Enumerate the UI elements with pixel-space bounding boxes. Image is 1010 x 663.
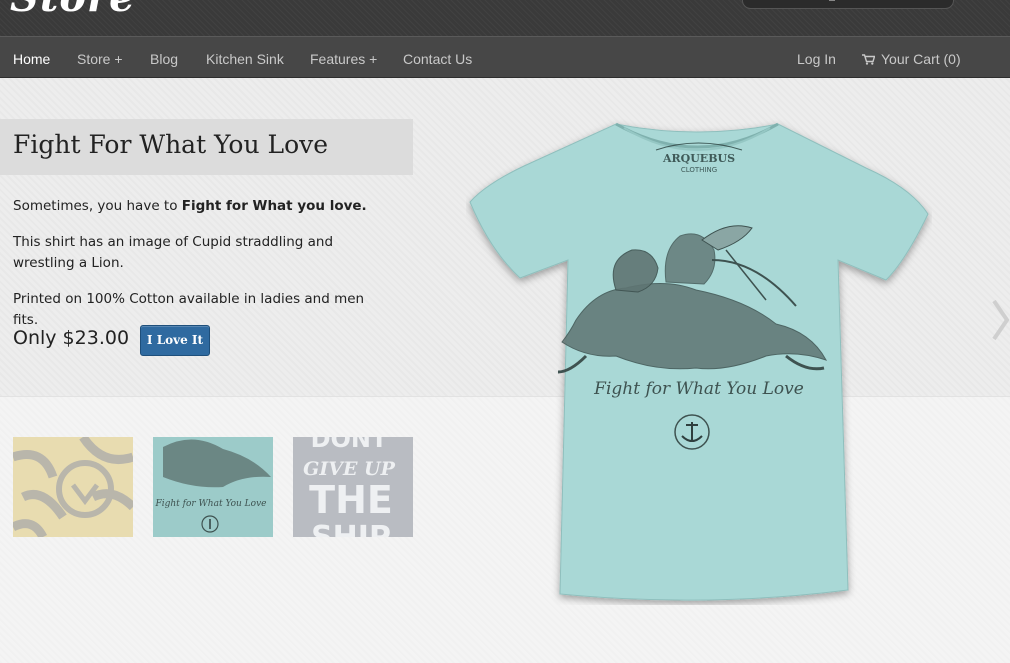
main-nav: Home Store + Blog Kitchen Sink Features … [0,36,1010,78]
nav-blog[interactable]: Blog [150,51,178,67]
thumb-caption: Fight for What You Love [154,499,266,509]
fight-shirt-image: Fight for What You Love [153,437,273,537]
nav-store[interactable]: Store + [77,51,123,67]
product-image: ARQUEBUS CLOTHING Fight for What You Lov… [469,122,929,601]
cart-label: Your Cart (0) [881,51,961,67]
shirt-brand: ARQUEBUS [662,152,735,165]
nav-features[interactable]: Features + [310,51,377,67]
product-description: This shirt has an image of Cupid straddl… [13,234,334,271]
thumbnail-tiger-shirt[interactable] [13,437,133,537]
site-header: Store [0,0,1010,36]
shirt-slogan: Fight for What You Love [593,379,804,399]
cart-icon [862,54,875,65]
thumbnail-dont-give-up-shirt[interactable]: DONT GIVE UP THE SHIP [293,437,413,537]
shirt-brand-sub: CLOTHING [681,166,717,174]
search-input[interactable] [742,0,954,9]
thumb-line-2: GIVE UP [303,458,396,480]
dont-give-up-image: DONT GIVE UP THE SHIP [293,437,413,537]
product-intro: Sometimes, you have to Fight for What yo… [13,196,393,217]
thumb-line-3: THE [309,478,393,522]
product-title: Fight For What You Love [13,130,329,159]
search-icon [829,0,835,1]
thumbnail-fight-shirt[interactable]: Fight for What You Love [153,437,273,537]
nav-home[interactable]: Home [13,51,50,67]
thumb-line-1: DONT [311,437,388,453]
cart-link[interactable]: Your Cart (0) [862,51,961,67]
intro-text: Sometimes, you have to [13,198,182,214]
nav-kitchen-sink[interactable]: Kitchen Sink [206,51,284,67]
intro-bold-text: Fight for What you love. [181,198,367,214]
site-logo[interactable]: Store [10,0,136,21]
product-title-box: Fight For What You Love [0,119,413,175]
login-link[interactable]: Log In [797,51,836,67]
product-price: Only $23.00 [13,327,130,349]
nav-contact-us[interactable]: Contact Us [403,51,472,67]
next-slide-arrow-icon[interactable] [990,298,1010,342]
i-love-it-button[interactable]: I Love It [140,325,210,356]
thumb-line-4: SHIP [311,520,391,537]
tiger-image [13,437,133,537]
